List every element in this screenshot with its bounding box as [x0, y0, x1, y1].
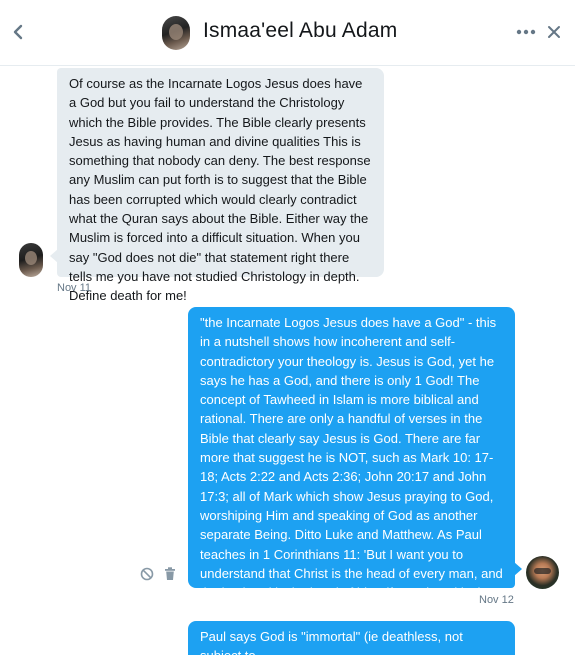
- avatar[interactable]: [19, 243, 43, 277]
- trash-icon: [165, 567, 175, 580]
- avatar[interactable]: [526, 556, 559, 589]
- message-bubble-outgoing[interactable]: "the Incarnate Logos Jesus does have a G…: [188, 307, 522, 619]
- close-icon: [548, 26, 560, 38]
- block-icon: [140, 567, 154, 581]
- message-bubble-outgoing[interactable]: Paul says God is "immortal" (ie deathles…: [188, 621, 515, 655]
- message-timestamp: Nov 12: [479, 594, 514, 606]
- more-button[interactable]: [515, 22, 537, 42]
- avatar[interactable]: [162, 16, 190, 50]
- more-horizontal-icon: [516, 29, 536, 35]
- message-bubble-incoming[interactable]: Of course as the Incarnate Logos Jesus d…: [50, 68, 384, 303]
- message-timestamp: Nov 11: [57, 282, 92, 294]
- chevron-left-icon: [13, 24, 23, 40]
- back-button[interactable]: [8, 20, 28, 44]
- conversation-header: Ismaa'eel Abu Adam: [0, 0, 575, 66]
- report-button[interactable]: [139, 566, 155, 582]
- page-title[interactable]: Ismaa'eel Abu Adam: [203, 19, 397, 43]
- close-button[interactable]: [545, 22, 563, 42]
- delete-button[interactable]: [162, 566, 178, 582]
